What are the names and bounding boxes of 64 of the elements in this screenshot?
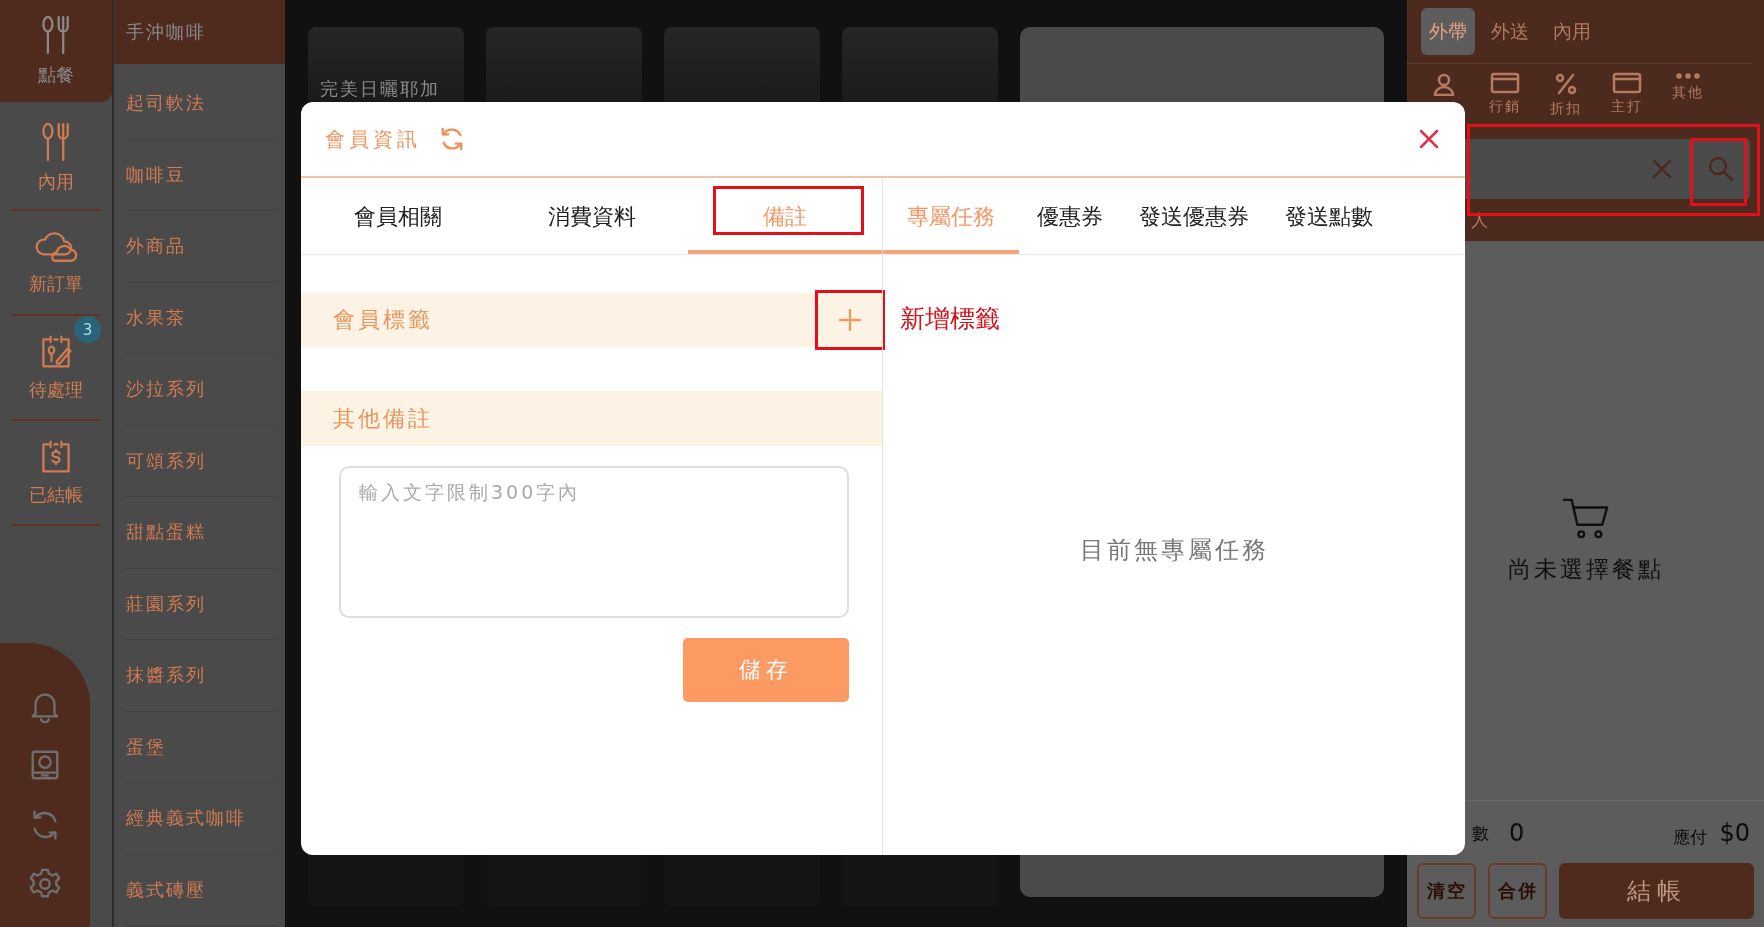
percent-icon bbox=[1553, 72, 1578, 96]
category-item[interactable]: 義式磚壓 bbox=[126, 854, 277, 926]
add-tag-button[interactable] bbox=[818, 293, 882, 347]
tab[interactable]: 備註 bbox=[688, 178, 882, 254]
product-name: 完美日曬耶加 bbox=[320, 78, 440, 99]
tab[interactable]: 發送點數 bbox=[1267, 178, 1391, 254]
tab[interactable]: 專屬任務 bbox=[883, 178, 1019, 254]
tab[interactable]: 優惠券 bbox=[1019, 178, 1121, 254]
more-icon bbox=[1675, 72, 1700, 80]
order-type-tab[interactable]: 內用 bbox=[1545, 8, 1599, 55]
action-button[interactable]: 其他 bbox=[1657, 72, 1718, 126]
search-icon bbox=[1707, 156, 1734, 182]
tab[interactable]: 發送優惠券 bbox=[1121, 178, 1267, 254]
category-item[interactable]: 可頌系列 bbox=[126, 425, 277, 497]
close-icon bbox=[1419, 129, 1439, 149]
annotation-note: 新增標籤 bbox=[900, 303, 1000, 335]
tab[interactable]: 消費資料 bbox=[494, 178, 689, 254]
cloud-icon bbox=[34, 229, 78, 264]
cart-icon bbox=[1561, 496, 1610, 540]
category-item[interactable]: 抹醬系列 bbox=[126, 640, 277, 712]
nav-item[interactable]: 已結帳 bbox=[12, 421, 100, 526]
close-button[interactable] bbox=[1419, 129, 1439, 149]
nav-item[interactable]: 點餐 bbox=[0, 0, 112, 102]
amount-label: 應付 bbox=[1673, 825, 1708, 849]
category-item[interactable]: 咖啡豆 bbox=[126, 139, 277, 211]
category-item[interactable]: 經典義式咖啡 bbox=[126, 783, 277, 855]
refresh-icon bbox=[439, 126, 465, 152]
category-item[interactable]: 甜點蛋糕 bbox=[126, 497, 277, 569]
count-badge: 3 bbox=[74, 316, 101, 343]
amount-due: $0 bbox=[1719, 819, 1750, 847]
tab[interactable]: 會員相關 bbox=[301, 178, 495, 254]
category-item[interactable]: 莊園系列 bbox=[126, 568, 277, 640]
empty-cart-message: 尚未選擇餐點 bbox=[1507, 555, 1664, 584]
section-title: 會員標籤 bbox=[333, 306, 433, 334]
action-button[interactable]: 主打 bbox=[1596, 72, 1657, 126]
nav-item[interactable]: 3 待處理 bbox=[12, 316, 100, 421]
person-icon bbox=[1431, 72, 1456, 96]
refresh-button[interactable] bbox=[439, 126, 465, 152]
item-count: 0 bbox=[1509, 819, 1525, 847]
card-icon bbox=[1611, 72, 1642, 94]
close-icon bbox=[1652, 159, 1672, 179]
order-type-tab[interactable]: 外送 bbox=[1483, 8, 1537, 55]
card-icon bbox=[1489, 72, 1520, 94]
modal-title: 會員資訊 bbox=[325, 125, 421, 153]
action-button[interactable]: 折扣 bbox=[1535, 72, 1596, 126]
note-input[interactable]: 輸入文字限制300字內 bbox=[339, 466, 849, 618]
order-button[interactable]: 清空 bbox=[1417, 863, 1476, 919]
checkout-button[interactable]: 結帳 bbox=[1559, 863, 1754, 919]
category-item[interactable]: 外商品 bbox=[126, 211, 277, 283]
plus-icon bbox=[839, 309, 861, 331]
item-count-label: 數 bbox=[1472, 821, 1489, 845]
order-type-tab[interactable]: 外帶 bbox=[1421, 8, 1475, 55]
nav-item[interactable]: 內用 bbox=[12, 106, 100, 211]
save-button[interactable]: 儲存 bbox=[683, 638, 849, 702]
action-button[interactable]: 行銷 bbox=[1474, 72, 1535, 126]
category-item[interactable]: 沙拉系列 bbox=[126, 354, 277, 426]
category-item[interactable]: 起司軟法 bbox=[126, 68, 277, 140]
nav-item[interactable]: 新訂單 bbox=[12, 211, 100, 316]
category-item[interactable]: 手沖咖啡 bbox=[114, 0, 285, 64]
order-button[interactable]: 合併 bbox=[1488, 863, 1547, 919]
category-item[interactable]: 蛋堡 bbox=[126, 711, 277, 783]
category-item[interactable]: 水果茶 bbox=[126, 282, 277, 354]
empty-message: 目前無專屬任務 bbox=[1079, 535, 1269, 566]
section-title: 其他備註 bbox=[333, 404, 433, 433]
